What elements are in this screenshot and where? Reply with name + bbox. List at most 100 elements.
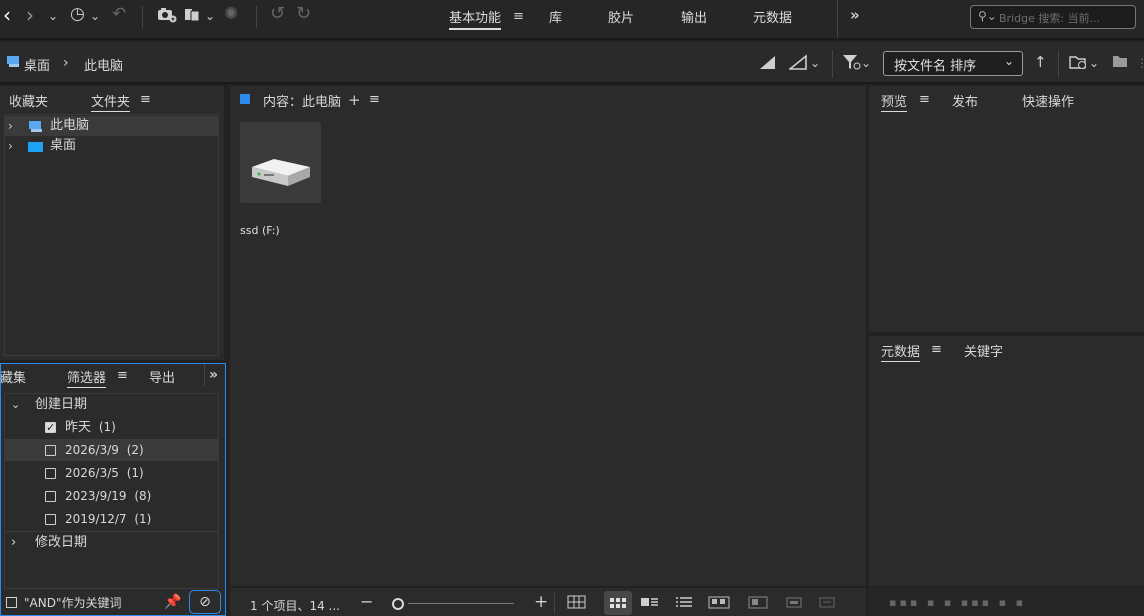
tab-keywords[interactable]: 关键字 xyxy=(964,341,1003,360)
chevron-down-icon[interactable]: ⌄ xyxy=(90,7,100,25)
quality-dropdown-icon[interactable] xyxy=(787,54,809,74)
filter-item-label: 2023/9/19 xyxy=(65,489,127,503)
tab-preview[interactable]: 预览 xyxy=(881,91,908,112)
tab-favorites[interactable]: 收藏夹 xyxy=(9,91,48,110)
workspace-metadata-icon[interactable] xyxy=(818,594,836,614)
application-bar: ‹ › ⌄ ◷ ⌄ ↶ ⌄ ✺ ↺ ↻ 基本功能 ≡ 库 胶片 输出 元数据 »… xyxy=(0,0,1144,40)
chevron-right-icon: › xyxy=(63,55,69,71)
checkbox[interactable] xyxy=(45,491,56,502)
back-icon[interactable]: ‹ xyxy=(3,5,11,25)
pin-icon[interactable]: 📌 xyxy=(164,593,181,611)
and-keyword-checkbox[interactable] xyxy=(6,597,17,608)
checkbox[interactable] xyxy=(45,514,56,525)
tree-item-this-pc[interactable]: › 此电脑 xyxy=(4,116,218,136)
chevron-down-icon[interactable]: ⌄ xyxy=(810,54,820,72)
item-count: 1 个项目、14 ... xyxy=(250,599,340,613)
recent-folder-icon[interactable] xyxy=(1069,53,1089,75)
chevron-down-icon[interactable]: ⌄ xyxy=(1089,54,1099,72)
workspace-library[interactable]: 库 xyxy=(549,7,562,26)
sort-ascending-icon[interactable]: ↑ xyxy=(1034,53,1047,71)
filter-group-modified[interactable]: › 修改日期 xyxy=(5,532,219,554)
thumbnail-label[interactable]: ssd (F:) xyxy=(240,224,280,237)
breadcrumb-this-pc[interactable]: 此电脑 xyxy=(84,55,123,74)
list-view-icon[interactable] xyxy=(674,594,694,614)
filter-item[interactable]: 2023/9/19 (8) xyxy=(5,485,219,507)
zoom-out-icon[interactable]: − xyxy=(360,593,373,611)
filter-item-label: 2019/12/7 xyxy=(65,512,127,526)
thumbnail[interactable] xyxy=(240,122,321,203)
tree-item-label: 此电脑 xyxy=(50,118,90,133)
recent-history-icon[interactable]: ◷ xyxy=(70,5,85,23)
checkbox[interactable] xyxy=(45,468,56,479)
checkbox[interactable] xyxy=(45,445,56,456)
chevron-right-icon[interactable]: › xyxy=(8,136,13,156)
chevron-down-icon[interactable]: ⌄ xyxy=(861,54,871,72)
tab-collections[interactable]: 藏集 xyxy=(0,367,26,386)
tab-export[interactable]: 导出 xyxy=(149,367,175,386)
tab-publish[interactable]: 发布 xyxy=(952,91,978,110)
panel-menu-icon[interactable]: ≡ xyxy=(919,92,930,107)
filter-icon[interactable] xyxy=(842,53,862,75)
breadcrumb-desktop[interactable]: 桌面 xyxy=(24,55,50,74)
content-status-bar: 1 个项目、14 ... − + xyxy=(230,588,866,616)
forward-icon[interactable]: › xyxy=(26,5,34,25)
tab-metadata[interactable]: 元数据 xyxy=(881,341,921,362)
workspace-output-icon[interactable] xyxy=(785,594,803,614)
clear-filter-button[interactable]: ⊘ xyxy=(189,590,221,614)
content-panel: 内容：此电脑 + ≡ ssd (F:) xyxy=(230,86,866,586)
filter-item-count: (1) xyxy=(98,420,116,434)
menu-icon[interactable]: ≡ xyxy=(513,8,524,26)
thumbnail-size-slider[interactable] xyxy=(408,603,514,604)
search-input[interactable]: ⚲⌄ Bridge 搜索: 当前... xyxy=(970,5,1136,29)
add-icon[interactable]: + xyxy=(348,91,361,109)
workspace-filmstrip[interactable]: 胶片 xyxy=(608,7,634,26)
tree-item-label: 桌面 xyxy=(50,138,77,153)
camera-raw-icon[interactable]: ✺ xyxy=(224,5,238,23)
thumbnail-view-icon xyxy=(610,598,626,608)
details-view-icon[interactable] xyxy=(640,594,660,614)
workspace-metadata[interactable]: 元数据 xyxy=(753,7,792,26)
quality-icon[interactable] xyxy=(759,54,777,74)
workspace-library-icon[interactable] xyxy=(748,594,768,614)
workspace-output[interactable]: 输出 xyxy=(681,7,707,26)
tab-quick-actions[interactable]: 快速操作 xyxy=(1022,91,1074,110)
zoom-in-icon[interactable]: + xyxy=(534,593,548,611)
filter-panel: 藏集 筛选器 ≡ 导出 » ⌄ 创建日期 昨天 (1) 2026/3/9 (2)… xyxy=(0,363,226,616)
panel-menu-icon[interactable]: ≡ xyxy=(931,342,942,357)
sort-label: 按文件名 排序 xyxy=(894,59,977,74)
tree-item-desktop[interactable]: › 桌面 xyxy=(4,136,218,156)
chevron-down-icon[interactable]: ⌄ xyxy=(205,7,215,25)
no-symbol-icon: ⊘ xyxy=(199,594,211,610)
bridge-window: { "top": { "workspaces": ["基本功能", "库", "… xyxy=(0,0,1144,616)
camera-import-icon[interactable] xyxy=(157,5,177,27)
filter-group-created[interactable]: ⌄ 创建日期 xyxy=(5,394,219,416)
chevron-right-icon[interactable]: › xyxy=(8,116,13,136)
filter-item[interactable]: 2019/12/7 (1) xyxy=(5,508,219,530)
refine-icon[interactable] xyxy=(184,5,204,27)
workspace-essentials[interactable]: 基本功能 xyxy=(449,7,502,30)
rotate-right-icon[interactable]: ↻ xyxy=(296,5,311,23)
view-thumbnails-button[interactable] xyxy=(604,591,632,615)
tab-filter[interactable]: 筛选器 xyxy=(67,367,107,388)
panel-menu-icon[interactable]: ≡ xyxy=(369,92,380,107)
more-tabs-icon[interactable]: » xyxy=(209,366,218,384)
return-icon[interactable]: ↶ xyxy=(112,5,126,23)
panel-menu-icon[interactable]: ≡ xyxy=(117,368,128,383)
new-folder-icon[interactable] xyxy=(1112,54,1128,72)
thumbnail-size-slider-handle[interactable] xyxy=(392,598,404,610)
filter-item[interactable]: 2026/3/9 (2) xyxy=(5,439,219,461)
filter-item[interactable]: 昨天 (1) xyxy=(5,416,219,439)
more-icon[interactable]: ⋮ xyxy=(1136,54,1144,72)
preview-panel: 预览 ≡ 发布 快速操作 xyxy=(869,86,1144,332)
workspace-filmstrip-icon[interactable] xyxy=(708,594,730,614)
panel-menu-icon[interactable]: ≡ xyxy=(140,92,151,107)
checkbox[interactable] xyxy=(45,417,56,439)
desktop-folder-icon xyxy=(28,140,44,152)
filter-item[interactable]: 2026/3/5 (1) xyxy=(5,462,219,484)
chevron-down-icon[interactable]: ⌄ xyxy=(48,7,58,25)
rotate-left-icon[interactable]: ↺ xyxy=(270,5,285,23)
grid-lock-icon[interactable] xyxy=(567,594,587,614)
sort-dropdown[interactable]: 按文件名 排序 ⌄ xyxy=(883,51,1023,76)
tab-folders[interactable]: 文件夹 xyxy=(91,91,131,112)
more-workspaces-icon[interactable]: » xyxy=(850,6,860,24)
